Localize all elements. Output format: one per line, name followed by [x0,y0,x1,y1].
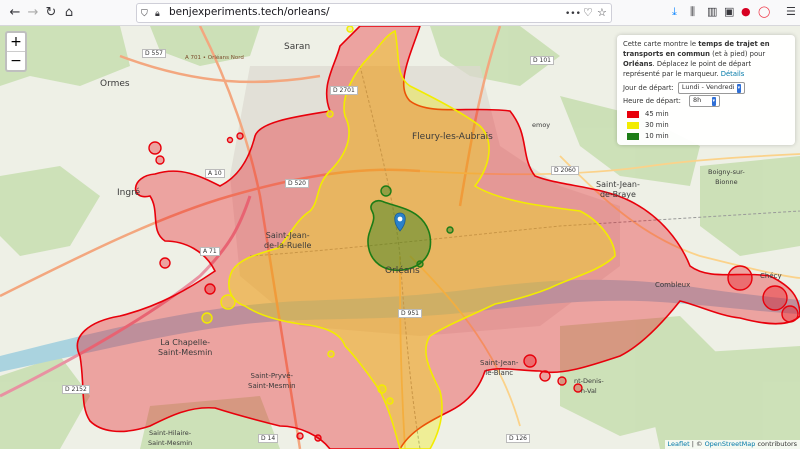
browser-toolbar: ← → ↻ ⌂ ⛉ 🔒︎ benjexperiments.tech/orlean… [0,0,800,26]
road-label: D 520 [285,179,309,188]
place-label-saint-jean-le-blanc: Saint-Jean- le-Blanc [480,359,519,377]
day-select[interactable]: Lundi - Vendredi ▾ [677,82,746,94]
place-label-saint-denis: nt-Denis- n-Val [574,377,604,395]
download-icon[interactable]: ⤓ [672,5,677,19]
road-label: D 126 [506,434,530,443]
day-row: Jour de départ: Lundi - Vendredi ▾ [623,82,789,94]
road-label: D 951 [398,309,422,318]
place-label-saran: Saran [284,42,311,52]
hour-row: Heure de départ: 8h ▾ [623,95,789,107]
map-attribution: Leaflet | © OpenStreetMap contributors [664,440,800,449]
legend-item: 45 min [623,109,789,119]
url-text[interactable]: benjexperiments.tech/orleans/ [169,6,330,18]
legend-item: 30 min [623,120,789,130]
library-icon[interactable]: ⫼ [690,5,695,19]
legend-swatch [627,110,639,118]
place-label-checy: Chécy [760,272,782,280]
place-label-saint-jean-de-braye: Saint-Jean- de-Braye [596,180,640,199]
bookmark-star-icon[interactable]: ☆ [597,6,607,20]
road-label: D 14 [258,434,279,443]
place-label-boigny: Boigny-sur- Bionne [708,168,745,186]
place-label-saint-hilaire: Saint-Hilaire- Saint-Mesmin [148,429,193,447]
forward-icon[interactable]: → [24,4,42,22]
day-label: Jour de départ: [623,84,674,92]
reload-icon[interactable]: ↻ [42,4,60,22]
legend-swatch [627,121,639,129]
home-icon[interactable]: ⌂ [60,4,78,22]
page-actions-icon[interactable]: ••• [565,7,581,21]
pocket-icon[interactable]: ♡ [583,6,593,20]
place-label-saint-pryve: Saint-Pryvé- Saint-Mesmin [248,372,296,390]
hour-label: Heure de départ: [623,97,681,105]
zoom-control: + − [5,31,27,72]
map-view[interactable]: Saran Ormes Ingré Fleury-les-Aubrais Sai… [0,26,800,449]
addon-icon[interactable]: ● [741,5,751,19]
shield-icon[interactable]: ⛉ [141,7,148,21]
place-label-fleury: Fleury-les-Aubrais [412,132,493,142]
place-label-combleux: Combleux [655,281,691,289]
leaflet-link[interactable]: Leaflet [668,440,690,448]
address-bar[interactable]: ⛉ 🔒︎ benjexperiments.tech/orleans/ ••• ♡… [136,3,612,23]
place-label-ormes: Ormes [100,79,130,89]
zoom-in-button[interactable]: + [7,33,25,51]
osm-link[interactable]: OpenStreetMap [705,440,756,448]
road-label: D 101 [530,56,554,65]
road-label: D 557 [142,49,166,58]
road-label: D 2701 [330,86,358,95]
sidebar-icon[interactable]: ▥ [707,5,717,19]
panel-description: Cette carte montre le temps de trajet en… [623,40,770,78]
road-label: A 701 • Orléans Nord [185,55,244,61]
legend-swatch [627,132,639,140]
back-icon[interactable]: ← [6,4,24,22]
place-label-semoy: emoy [532,121,551,129]
menu-icon[interactable]: ☰ [786,5,796,19]
place-label-ingre: Ingré [117,188,141,198]
legend: 45 min 30 min 10 min [623,109,789,141]
lock-icon[interactable]: 🔒︎ [155,7,160,21]
extension-icon[interactable]: ▣ [724,5,734,19]
legend-item: 10 min [623,131,789,141]
road-label: D 2152 [62,385,90,394]
place-label-la-chapelle: La Chapelle- Saint-Mesmin [158,338,213,357]
road-label: A 10 [205,169,225,178]
road-label: D 2060 [551,166,579,175]
chevron-down-icon: ▾ [736,84,742,93]
opera-icon[interactable]: ◯ [758,5,770,19]
place-label-saint-jean-de-la-ruelle: Saint-Jean- de-la-Ruelle [264,231,312,250]
place-label-orleans: Orléans [385,266,420,276]
details-link[interactable]: Détails [721,70,745,78]
road-label: A 71 [200,247,220,256]
hour-select[interactable]: 8h ▾ [688,95,721,107]
info-panel: Cette carte montre le temps de trajet en… [617,35,795,145]
zoom-out-button[interactable]: − [7,51,25,70]
chevron-down-icon: ▾ [711,97,717,106]
